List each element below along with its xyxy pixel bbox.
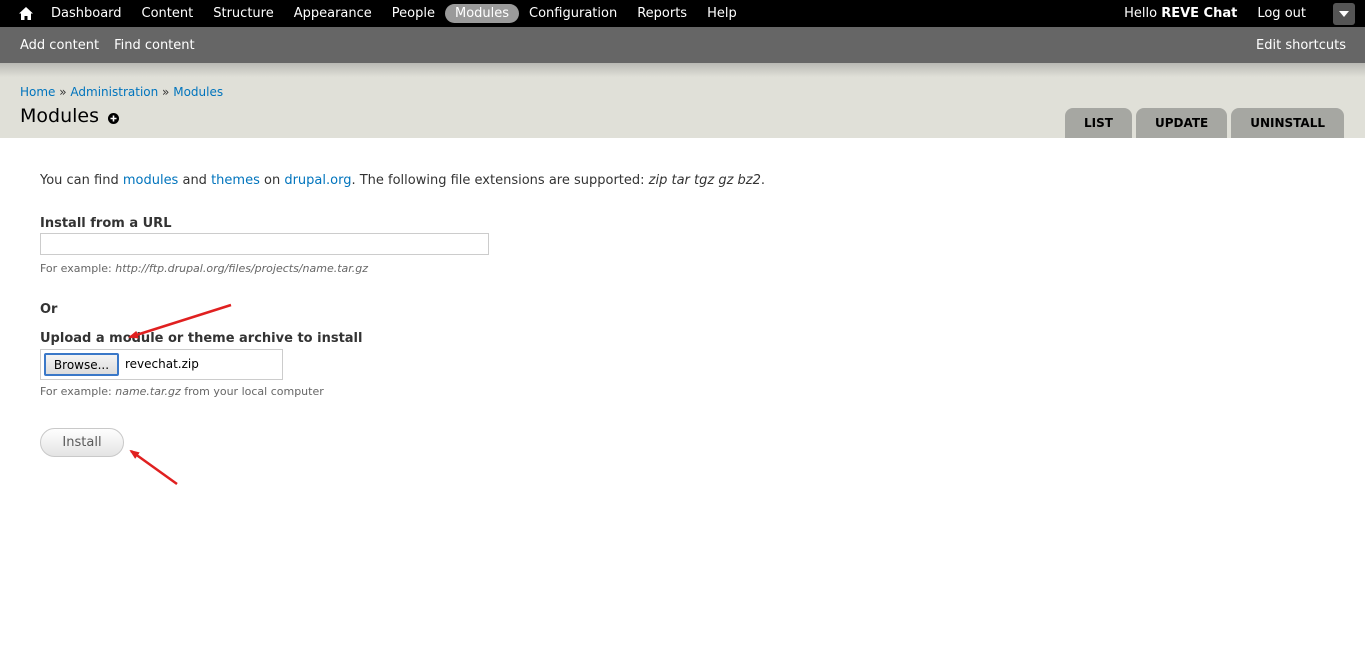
menu-structure[interactable]: Structure: [203, 4, 283, 23]
greeting: Hello: [1124, 6, 1158, 21]
breadcrumb-separator: »: [158, 85, 174, 99]
page-title: Modules: [20, 105, 99, 127]
install-button[interactable]: Install: [40, 428, 124, 457]
shortcuts-toggle-button[interactable]: [1333, 3, 1355, 25]
selected-file-name: revechat.zip: [125, 357, 199, 371]
url-field-label: Install from a URL: [40, 216, 172, 231]
breadcrumb-administration[interactable]: Administration: [70, 85, 158, 99]
upload-field-label: Upload a module or theme archive to inst…: [40, 331, 363, 346]
modules-link[interactable]: modules: [123, 173, 179, 188]
breadcrumb-home[interactable]: Home: [20, 85, 55, 99]
page-header: Home » Administration » Modules Modules …: [0, 63, 1365, 138]
admin-toolbar: Dashboard Content Structure Appearance P…: [0, 0, 1365, 27]
intro-text: You can find modules and themes on drupa…: [40, 173, 766, 188]
menu-reports[interactable]: Reports: [627, 4, 697, 23]
tab-list[interactable]: LIST: [1065, 108, 1132, 138]
upload-field-description: For example: name.tar.gz from your local…: [40, 385, 324, 398]
triangle-down-icon: [1339, 11, 1349, 17]
house-icon: [19, 6, 33, 20]
shortcut-add-content[interactable]: Add content: [20, 38, 99, 53]
edit-shortcuts-link[interactable]: Edit shortcuts: [1256, 27, 1346, 63]
menu-appearance[interactable]: Appearance: [284, 4, 382, 23]
username[interactable]: REVE Chat: [1161, 6, 1237, 21]
arrow-to-install-button: [129, 449, 178, 486]
supported-extensions: zip tar tgz gz bz2: [648, 173, 761, 188]
breadcrumb-modules[interactable]: Modules: [173, 85, 223, 99]
menu-modules[interactable]: Modules: [444, 4, 520, 23]
user-area: Hello REVE Chat Log out: [1124, 0, 1306, 27]
add-shortcut-icon[interactable]: [108, 113, 119, 124]
logout-link[interactable]: Log out: [1257, 6, 1306, 21]
menu-help[interactable]: Help: [697, 4, 747, 23]
url-field-description: For example: http://ftp.drupal.org/files…: [40, 262, 369, 275]
drupal-org-link[interactable]: drupal.org: [284, 173, 351, 188]
shortcut-find-content[interactable]: Find content: [114, 38, 195, 53]
breadcrumb: Home » Administration » Modules: [20, 85, 223, 99]
menu-content[interactable]: Content: [132, 4, 204, 23]
themes-link[interactable]: themes: [211, 173, 260, 188]
tab-uninstall[interactable]: UNINSTALL: [1231, 108, 1344, 138]
module-tabs: LIST UPDATE UNINSTALL: [1061, 108, 1344, 138]
install-url-input[interactable]: [40, 233, 489, 255]
toolbar-menu: Dashboard Content Structure Appearance P…: [41, 0, 747, 27]
breadcrumb-separator: »: [55, 85, 71, 99]
browse-button[interactable]: Browse...: [44, 353, 119, 376]
menu-configuration[interactable]: Configuration: [519, 4, 627, 23]
menu-people[interactable]: People: [382, 4, 445, 23]
home-icon[interactable]: [18, 5, 34, 21]
or-label: Or: [40, 302, 58, 317]
shortcuts-bar: Add content Find content Edit shortcuts: [0, 27, 1365, 63]
menu-dashboard[interactable]: Dashboard: [41, 4, 132, 23]
tab-update[interactable]: UPDATE: [1135, 108, 1228, 138]
file-upload-field[interactable]: Browse... revechat.zip: [40, 349, 283, 380]
